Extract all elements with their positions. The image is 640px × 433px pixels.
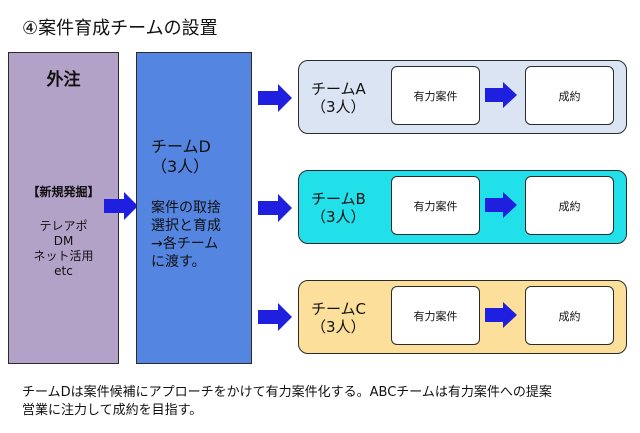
team-d-count: （3人）: [151, 157, 210, 176]
arrow-right-icon: [258, 194, 292, 222]
team-a-block: チームA （3人） 有力案件 成約: [298, 60, 627, 134]
team-b-prospect-box: 有力案件: [391, 176, 480, 235]
arrow-right-icon: [258, 84, 292, 112]
team-d-description: 案件の取捨 選択と育成 →各チーム に渡す。: [151, 199, 221, 271]
footer-line: チームDは案件候補にアプローチをかけて有力案件化する。ABCチームは有力案件への…: [22, 385, 552, 400]
method-item: テレアポ: [39, 219, 88, 233]
team-d-block: チームD （3人） 案件の取捨 選択と育成 →各チーム に渡す。: [136, 52, 252, 364]
team-c-count: （3人）: [311, 318, 366, 336]
arrow-right-icon: [485, 302, 517, 328]
method-item: etc: [54, 264, 73, 278]
page-title: ④案件育成チームの設置: [22, 18, 218, 39]
method-item: DM: [53, 234, 74, 248]
team-b-contract-box: 成約: [525, 176, 614, 235]
team-c-block: チームC （3人） 有力案件 成約: [298, 280, 627, 354]
team-d-description-line: に渡す。: [151, 254, 206, 270]
team-d-description-line: 案件の取捨: [151, 200, 221, 216]
team-c-contract-box: 成約: [525, 286, 614, 345]
outsource-methods: テレアポ DM ネット活用 etc: [9, 219, 118, 279]
team-b-block: チームB （3人） 有力案件 成約: [298, 170, 627, 244]
team-c-prospect-box: 有力案件: [391, 286, 480, 345]
team-d-description-line: 選択と育成: [151, 218, 221, 234]
team-a-count: （3人）: [311, 98, 366, 116]
team-d-description-line: →各チーム: [151, 236, 219, 252]
arrow-right-icon: [104, 192, 138, 220]
arrow-right-icon: [485, 192, 517, 218]
team-a-prospect-box: 有力案件: [391, 66, 480, 125]
outsource-heading: 外注: [46, 70, 81, 90]
outsource-subheading: 【新規発掘】: [27, 185, 100, 199]
footer-note: チームDは案件候補にアプローチをかけて有力案件化する。ABCチームは有力案件への…: [22, 384, 552, 420]
method-item: ネット活用: [33, 249, 94, 263]
arrow-right-icon: [485, 82, 517, 108]
footer-line: 営業に注力して成約を目指す。: [22, 403, 203, 418]
team-a-contract-box: 成約: [525, 66, 614, 125]
arrow-right-icon: [258, 303, 292, 331]
team-b-count: （3人）: [311, 208, 366, 226]
outsource-block: 外注 【新規発掘】 テレアポ DM ネット活用 etc: [8, 52, 119, 364]
